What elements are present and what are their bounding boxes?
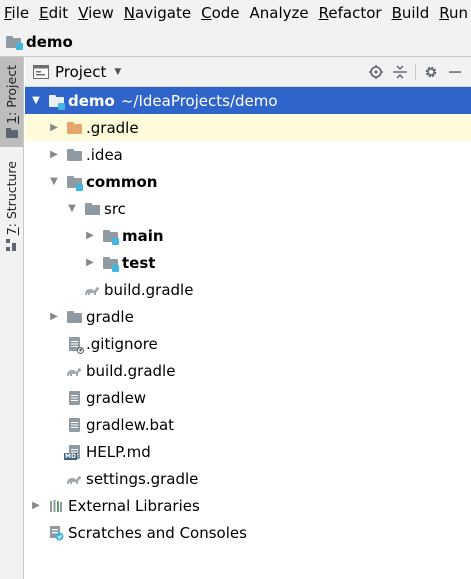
project-toolwindow-header: Project ▼ [25,57,471,87]
tree-item-src[interactable]: ▼ src [25,195,471,222]
folder-icon [66,309,82,325]
gitignore-icon [66,336,84,354]
module-folder-icon [102,255,119,272]
tree-item-gradlew[interactable]: ▶ gradlew [25,384,471,411]
settings-button[interactable] [419,60,443,84]
crosshair-icon [369,65,383,79]
menu-navigate[interactable]: Navigate [119,0,196,27]
tree-item-main[interactable]: ▶ main [25,222,471,249]
tree-item-demo[interactable]: ▼ demo ~/IdeaProjects/demo [25,87,471,114]
gradle-icon [66,363,82,379]
project-tree: ▼ demo ~/IdeaProjects/demo ▶ .gradle ▶ .… [25,87,471,546]
folder-icon [66,120,82,136]
menu-build[interactable]: Build [387,0,435,27]
folder-icon [66,147,82,163]
folder-icon [84,201,100,217]
menu-run[interactable]: Run [434,0,471,27]
text-file-icon [66,417,82,433]
scratches-icon [48,525,64,541]
markdown-icon: MD [64,444,82,460]
chevron-down-icon[interactable]: ▼ [65,203,79,214]
menu-edit[interactable]: Edit [34,0,73,27]
menu-file[interactable]: File [0,0,34,27]
chevron-right-icon[interactable]: ▶ [47,149,61,160]
chevron-right-icon[interactable]: ▶ [47,122,61,133]
chevron-right-icon[interactable]: ▶ [47,311,61,322]
chevron-right-icon[interactable]: ▶ [83,230,97,241]
module-folder-icon [6,35,23,50]
hide-button[interactable] [443,60,467,84]
tree-item-settings-gradle[interactable]: ▶ settings.gradle [25,465,471,492]
tree-item-external-libraries[interactable]: ▶ External Libraries [25,492,471,519]
left-tool-stripe: 1: Project 7: Structure [0,57,24,579]
structure-tool-button[interactable]: 7: Structure [0,161,23,261]
toolwindow-title: Project [55,62,107,81]
tree-item-idea[interactable]: ▶ .idea [25,141,471,168]
menu-analyze[interactable]: Analyze [245,0,314,27]
menu-view[interactable]: View [73,0,119,27]
collapse-all-button[interactable] [388,60,412,84]
tree-item-gradle-dir[interactable]: ▶ .gradle [25,114,471,141]
chevron-down-icon[interactable]: ▼ [29,95,43,106]
navigation-bar: demo [0,27,471,57]
gradle-icon [66,471,82,487]
tree-item-help-md[interactable]: ▶ MD HELP.md [25,438,471,465]
tree-item-gitignore[interactable]: ▶ .gitignore [25,330,471,357]
project-tool-button[interactable]: 1: Project [0,57,23,147]
tree-item-test[interactable]: ▶ test [25,249,471,276]
tree-item-build-gradle[interactable]: ▶ build.gradle [25,357,471,384]
project-view-icon [33,64,49,79]
breadcrumb-demo[interactable]: demo [26,33,73,51]
library-icon [48,498,64,514]
gradle-icon [84,282,100,298]
folder-icon [5,127,18,138]
chevron-down-icon[interactable]: ▼ [47,176,61,187]
module-folder-icon [102,228,119,245]
locate-file-button[interactable] [364,60,388,84]
tree-item-common-build-gradle[interactable]: ▶ build.gradle [25,276,471,303]
tree-item-scratches[interactable]: ▶ Scratches and Consoles [25,519,471,546]
chevron-right-icon[interactable]: ▶ [29,500,43,511]
tree-item-gradle[interactable]: ▶ gradle [25,303,471,330]
module-folder-icon [48,93,65,110]
text-file-icon [66,390,82,406]
gear-icon [425,66,437,78]
collapse-all-icon [393,65,407,79]
module-folder-icon [66,174,83,191]
tree-item-gradlew-bat[interactable]: ▶ gradlew.bat [25,411,471,438]
menu-code[interactable]: Code [196,0,244,27]
menu-bar: File Edit View Navigate Code Analyze Ref… [0,0,471,27]
tree-item-common[interactable]: ▼ common [25,168,471,195]
chevron-right-icon[interactable]: ▶ [83,257,97,268]
structure-icon [5,239,16,252]
menu-refactor[interactable]: Refactor [314,0,387,27]
view-dropdown-arrow-icon[interactable]: ▼ [114,67,121,77]
minimize-icon [449,71,461,73]
